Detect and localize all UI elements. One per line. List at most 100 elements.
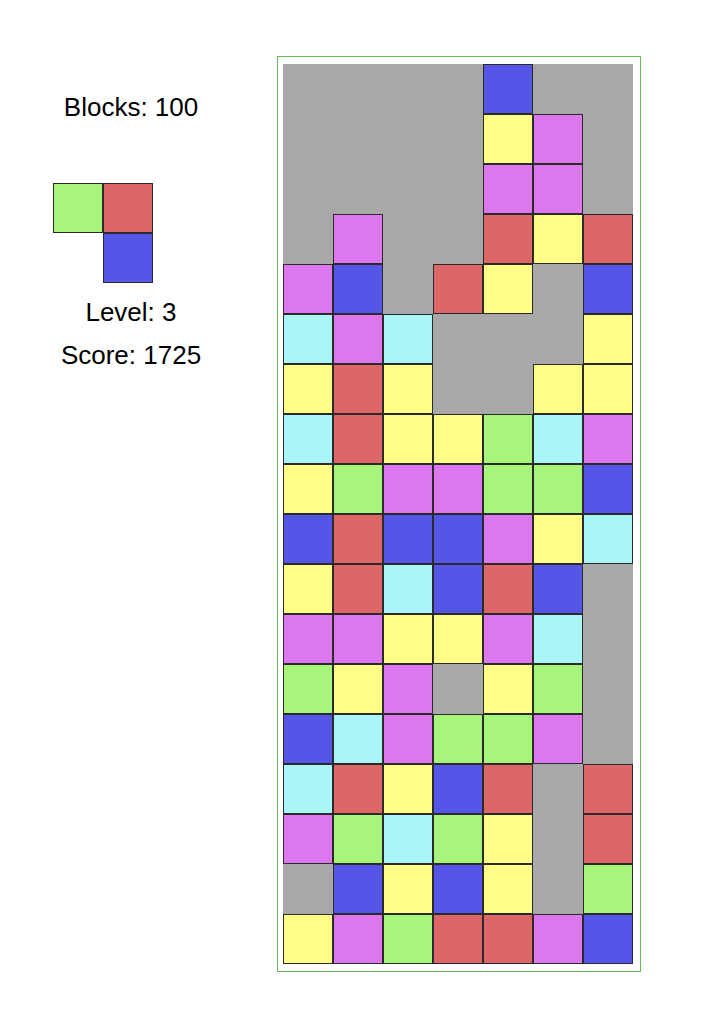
board-cell	[333, 764, 383, 814]
board-cell	[483, 614, 533, 664]
next-piece	[53, 183, 153, 283]
board-cell	[533, 664, 583, 714]
board-cell	[483, 814, 533, 864]
board-cell	[383, 364, 433, 414]
board-cell	[583, 164, 633, 214]
board-cell	[433, 164, 483, 214]
board-cell	[533, 364, 583, 414]
board-cell	[533, 414, 583, 464]
board-cell	[383, 464, 433, 514]
board-cell	[583, 514, 633, 564]
board-cell	[333, 414, 383, 464]
board-cell	[433, 914, 483, 964]
board-cell	[333, 814, 383, 864]
board-cell	[333, 214, 383, 264]
board-cell	[483, 414, 533, 464]
piece-cell	[103, 233, 153, 283]
board-cell	[433, 464, 483, 514]
board-cell	[333, 464, 383, 514]
board-cell	[583, 864, 633, 914]
board-cell	[533, 264, 583, 314]
board-cell	[333, 114, 383, 164]
board-cell	[283, 814, 333, 864]
board-cell	[283, 564, 333, 614]
board-cell	[383, 414, 433, 464]
board-cell	[533, 814, 583, 864]
board-cell	[583, 464, 633, 514]
board-cell	[383, 914, 433, 964]
board-cell	[383, 264, 433, 314]
board-cell	[533, 464, 583, 514]
board-cell	[333, 614, 383, 664]
board-cell	[383, 214, 433, 264]
board-cell	[333, 364, 383, 414]
board-cell	[583, 114, 633, 164]
board-cell	[483, 764, 533, 814]
board-cell	[383, 164, 433, 214]
board-cell	[433, 114, 483, 164]
board-cell	[283, 614, 333, 664]
board-cell	[533, 114, 583, 164]
board-cell	[583, 414, 633, 464]
board-cell	[483, 714, 533, 764]
board-cell	[283, 414, 333, 464]
board-cell	[533, 314, 583, 364]
piece-cell	[53, 233, 103, 283]
board-cell	[483, 864, 533, 914]
board-cell	[433, 214, 483, 264]
board-cell	[583, 364, 633, 414]
board-cell	[433, 764, 483, 814]
board-cell	[433, 864, 483, 914]
board-cell	[583, 664, 633, 714]
board-cell	[433, 514, 483, 564]
board-cell	[283, 664, 333, 714]
board-cell	[533, 214, 583, 264]
level-label: Level: 3	[85, 296, 176, 328]
board-cell	[333, 564, 383, 614]
board-cell	[333, 664, 383, 714]
board-cell	[333, 64, 383, 114]
board-cell	[383, 64, 433, 114]
board-cell	[383, 564, 433, 614]
board-cell	[583, 814, 633, 864]
board-cell	[283, 464, 333, 514]
board-cell	[483, 264, 533, 314]
board-cell	[533, 164, 583, 214]
board-cell	[483, 514, 533, 564]
board-cell	[333, 314, 383, 364]
board-cell	[283, 164, 333, 214]
board-cell	[383, 814, 433, 864]
board-cell	[433, 814, 483, 864]
board-cell	[583, 564, 633, 614]
board-cell	[583, 314, 633, 364]
board-cell	[283, 64, 333, 114]
blocks-count: Blocks: 100	[64, 91, 198, 123]
board-cell	[333, 264, 383, 314]
board-cell	[533, 914, 583, 964]
board-cell	[383, 864, 433, 914]
board-cell	[283, 114, 333, 164]
board-cell	[433, 364, 483, 414]
board-cell	[283, 214, 333, 264]
board-cell	[583, 214, 633, 264]
board-cell	[383, 664, 433, 714]
board-cell	[283, 364, 333, 414]
board-cell	[433, 414, 483, 464]
board-cell	[433, 664, 483, 714]
board-cell	[483, 314, 533, 364]
game-board[interactable]	[283, 64, 633, 964]
board-cell	[283, 514, 333, 564]
board-cell	[583, 64, 633, 114]
board-cell	[483, 214, 533, 264]
board-cell	[533, 564, 583, 614]
board-cell	[533, 764, 583, 814]
board-cell	[283, 914, 333, 964]
board-cell	[583, 764, 633, 814]
board-cell	[333, 164, 383, 214]
board-cell	[533, 714, 583, 764]
board-cell	[483, 164, 533, 214]
board-cell	[283, 264, 333, 314]
board-cell	[533, 514, 583, 564]
board-cell	[583, 714, 633, 764]
board-cell	[333, 714, 383, 764]
